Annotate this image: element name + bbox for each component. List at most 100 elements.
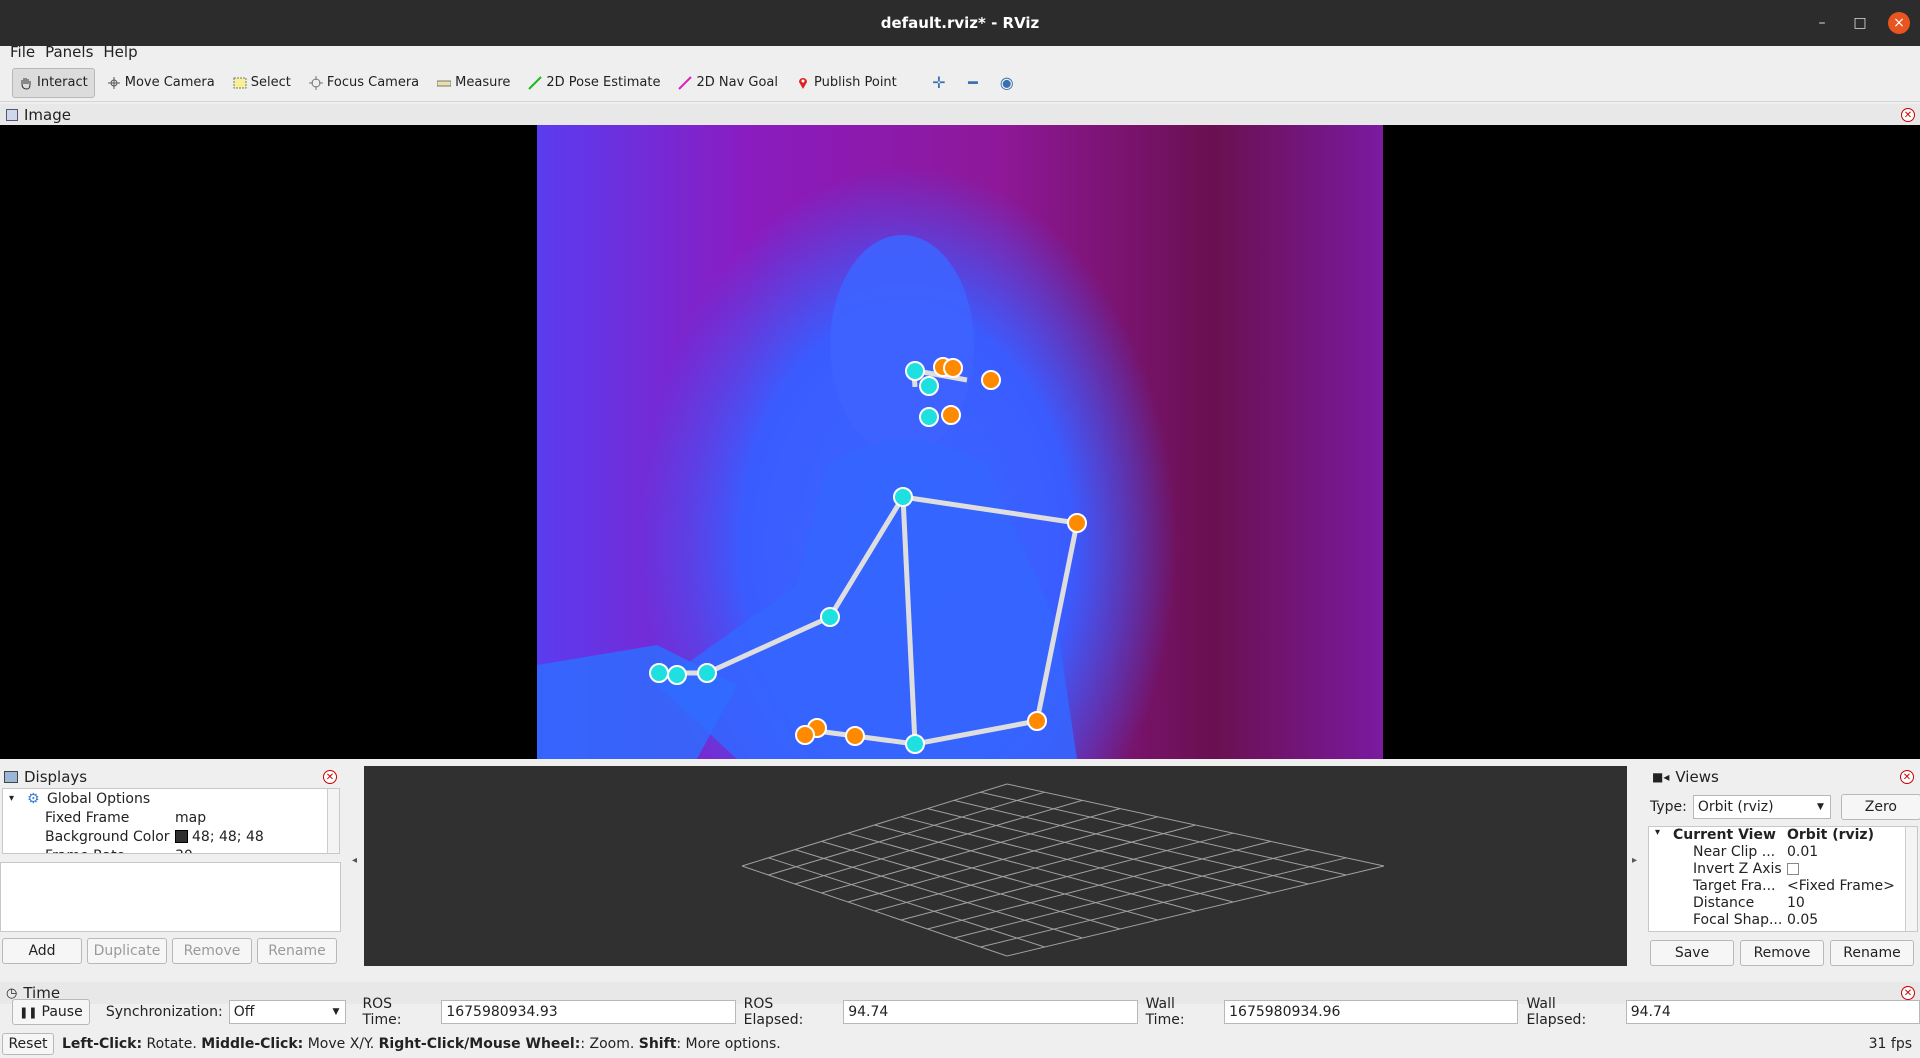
hint-middle-click: Middle-Click: — [201, 1036, 304, 1052]
reset-button[interactable]: Reset — [2, 1033, 54, 1055]
hint-right-click-text: : Zoom. — [580, 1036, 639, 1052]
publish-point-label: Publish Point — [814, 75, 897, 90]
render-3d-view[interactable] — [364, 766, 1627, 966]
menu-panels[interactable]: Panels — [45, 43, 93, 61]
property-key: Distance — [1693, 895, 1755, 911]
wall-time-field[interactable]: 1675980934.96 — [1224, 1000, 1519, 1024]
current-view-row[interactable]: ▾ Current View Orbit (rviz) — [1649, 827, 1917, 844]
image-panel-close-icon[interactable]: ✕ — [1901, 108, 1915, 122]
displays-tree[interactable]: ▾ ⚙ Global Options Fixed Frame map Backg… — [2, 788, 340, 854]
property-value[interactable]: <Fixed Frame> — [1787, 878, 1895, 894]
background-color-row[interactable]: Background Color 48; 48; 48 — [3, 827, 339, 846]
invert-z-checkbox[interactable] — [1787, 863, 1799, 875]
measure-tool-button[interactable]: Measure — [431, 68, 516, 98]
image-panel-icon — [6, 109, 18, 121]
time-panel: ❚❚ Pause Synchronization: Off ▼ ROS Time… — [0, 996, 1920, 1028]
property-value[interactable]: 30 — [175, 848, 193, 854]
remove-view-button[interactable]: Remove — [1740, 940, 1824, 966]
color-swatch[interactable] — [175, 830, 188, 843]
image-view[interactable] — [0, 125, 1920, 759]
select-tool-button[interactable]: Select — [227, 68, 297, 98]
hint-left-click-text: Rotate. — [142, 1036, 202, 1052]
sync-select[interactable]: Off ▼ — [228, 1000, 347, 1024]
status-hint: Left-Click: Rotate. Middle-Click: Move X… — [62, 1036, 781, 1052]
property-value[interactable]: map — [175, 810, 206, 826]
rename-view-button[interactable]: Rename — [1830, 940, 1914, 966]
interact-tool-button[interactable]: Interact — [12, 67, 95, 98]
pause-label: Pause — [41, 1004, 83, 1020]
zero-button[interactable]: Zero — [1840, 794, 1920, 820]
menu-file[interactable]: File — [10, 43, 35, 61]
focal-shape-row[interactable]: Focal Shap... 0.05 — [1649, 912, 1917, 929]
grid-line — [980, 857, 1347, 948]
save-view-button[interactable]: Save — [1650, 940, 1734, 966]
pose-estimate-tool-button[interactable]: 2D Pose Estimate — [522, 68, 666, 98]
focus-camera-tool-button[interactable]: Focus Camera — [303, 68, 425, 98]
property-value[interactable]: 0.05 — [1787, 912, 1818, 928]
add-tool-icon[interactable]: ✛ — [925, 69, 953, 97]
property-value[interactable]: 10 — [1787, 895, 1805, 911]
pause-button[interactable]: ❚❚ Pause — [12, 999, 90, 1025]
rename-display-button[interactable]: Rename — [257, 938, 337, 964]
remove-tool-icon[interactable]: ━ — [959, 69, 987, 97]
move-camera-tool-button[interactable]: Move Camera — [101, 68, 221, 98]
grid-line — [953, 849, 1309, 939]
views-close-icon[interactable]: ✕ — [1900, 770, 1914, 784]
property-value[interactable]: 48; 48; 48 — [175, 829, 264, 845]
expand-arrow-icon[interactable]: ▾ — [1655, 827, 1660, 838]
ros-elapsed-label: ROS Elapsed: — [743, 996, 804, 1028]
fixed-frame-row[interactable]: Fixed Frame map — [3, 808, 339, 827]
property-key: Background Color — [45, 828, 170, 845]
monitor-icon — [4, 771, 18, 783]
duplicate-button[interactable]: Duplicate — [87, 938, 167, 964]
global-options-row[interactable]: ▾ ⚙ Global Options — [3, 789, 339, 808]
image-panel-header: Image ✕ — [0, 104, 1920, 126]
chevron-down-icon: ▼ — [332, 1007, 340, 1017]
eye-icon[interactable]: ◉ — [993, 69, 1021, 97]
close-icon[interactable]: × — [1888, 12, 1910, 34]
publish-point-tool-button[interactable]: Publish Point — [790, 68, 903, 98]
view-type-select[interactable]: Orbit (rviz) ▼ — [1692, 795, 1831, 819]
interact-label: Interact — [37, 75, 88, 90]
time-close-icon[interactable]: ✕ — [1901, 986, 1915, 1000]
target-frame-row[interactable]: Target Fra... <Fixed Frame> — [1649, 878, 1917, 895]
wall-elapsed-field[interactable]: 94.74 — [1625, 1000, 1920, 1024]
status-bar: Reset Left-Click: Rotate. Middle-Click: … — [0, 1032, 1920, 1056]
collapse-left-icon[interactable]: ◂ — [352, 855, 357, 866]
gear-icon: ⚙ — [27, 790, 40, 807]
nav-goal-tool-button[interactable]: 2D Nav Goal — [672, 68, 784, 98]
near-clip-row[interactable]: Near Clip ... 0.01 — [1649, 844, 1917, 861]
frame-rate-row[interactable]: Frame Rate 30 — [3, 846, 339, 854]
menu-help[interactable]: Help — [103, 43, 137, 61]
tree-scrollbar[interactable] — [327, 789, 339, 853]
camera-icon: ■◂ — [1652, 770, 1670, 784]
expand-arrow-icon[interactable]: ▾ — [9, 793, 14, 804]
distance-row[interactable]: Distance 10 — [1649, 895, 1917, 912]
color-value: 48; 48; 48 — [192, 828, 264, 845]
ros-elapsed-field[interactable]: 94.74 — [843, 1000, 1138, 1024]
move-camera-icon — [107, 76, 120, 89]
property-description-box — [0, 862, 341, 932]
ros-time-field[interactable]: 1675980934.93 — [441, 1000, 736, 1024]
collapse-right-icon[interactable]: ▸ — [1632, 855, 1637, 866]
views-scrollbar[interactable] — [1905, 827, 1917, 931]
invert-z-row[interactable]: Invert Z Axis — [1649, 861, 1917, 878]
fps-readout: 31 fps — [1868, 1036, 1912, 1052]
remove-display-button[interactable]: Remove — [172, 938, 252, 964]
displays-header: Displays ✕ — [0, 766, 343, 788]
image-panel-title: Image — [24, 106, 71, 124]
views-tree[interactable]: ▾ Current View Orbit (rviz) Near Clip ..… — [1648, 826, 1918, 932]
property-key: Target Fra... — [1693, 878, 1776, 894]
select-label: Select — [250, 75, 291, 90]
add-button[interactable]: Add — [2, 938, 82, 964]
minimize-icon[interactable]: – — [1812, 15, 1832, 31]
maximize-icon[interactable]: □ — [1850, 15, 1870, 31]
property-key: Focal Shap... — [1693, 912, 1783, 928]
map-pin-icon — [799, 77, 808, 89]
view-type-label: Type: — [1650, 799, 1687, 815]
displays-close-icon[interactable]: ✕ — [323, 770, 337, 784]
wall-time-label: Wall Time: — [1145, 996, 1185, 1028]
sync-value: Off — [233, 1004, 255, 1020]
hint-left-click: Left-Click: — [62, 1036, 143, 1052]
property-value[interactable]: 0.01 — [1787, 844, 1818, 860]
